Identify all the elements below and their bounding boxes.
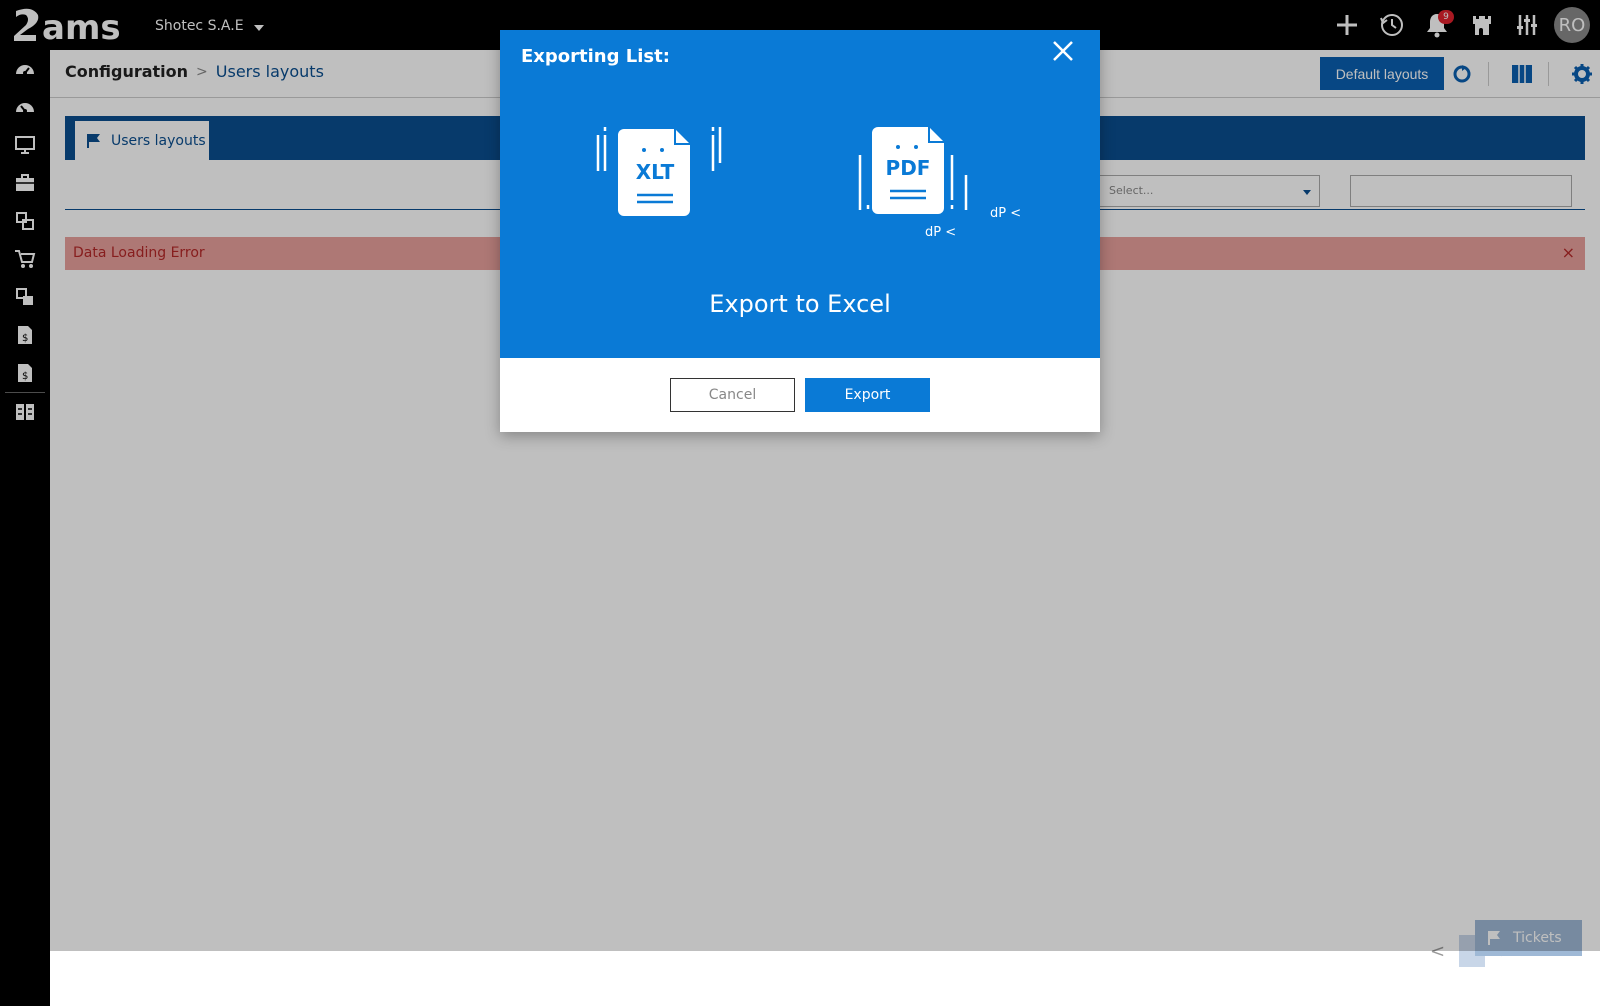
pdf-file-icon: PDF <box>858 127 968 214</box>
export-modal: Exporting List: XLT PDF dP < dP < Export… <box>500 30 1100 432</box>
export-button[interactable]: Export <box>805 378 930 412</box>
pdf-side-text: dP < <box>990 206 1022 221</box>
pdf-file-option[interactable]: PDF <box>852 125 1022 275</box>
close-icon[interactable] <box>1048 36 1078 66</box>
xlt-file-option[interactable]: XLT <box>596 125 722 245</box>
svg-text:PDF: PDF <box>886 156 931 180</box>
cancel-button[interactable]: Cancel <box>670 378 795 412</box>
modal-title: Exporting List: <box>521 46 670 67</box>
xlt-file-icon: XLT <box>596 127 722 216</box>
modal-footer: Cancel Export <box>500 358 1100 432</box>
modal-header: Exporting List: XLT PDF dP < dP < Export… <box>500 30 1100 358</box>
svg-text:XLT: XLT <box>636 160 675 184</box>
pdf-side-text: dP < <box>925 225 957 240</box>
modal-heading: Export to Excel <box>709 290 891 318</box>
